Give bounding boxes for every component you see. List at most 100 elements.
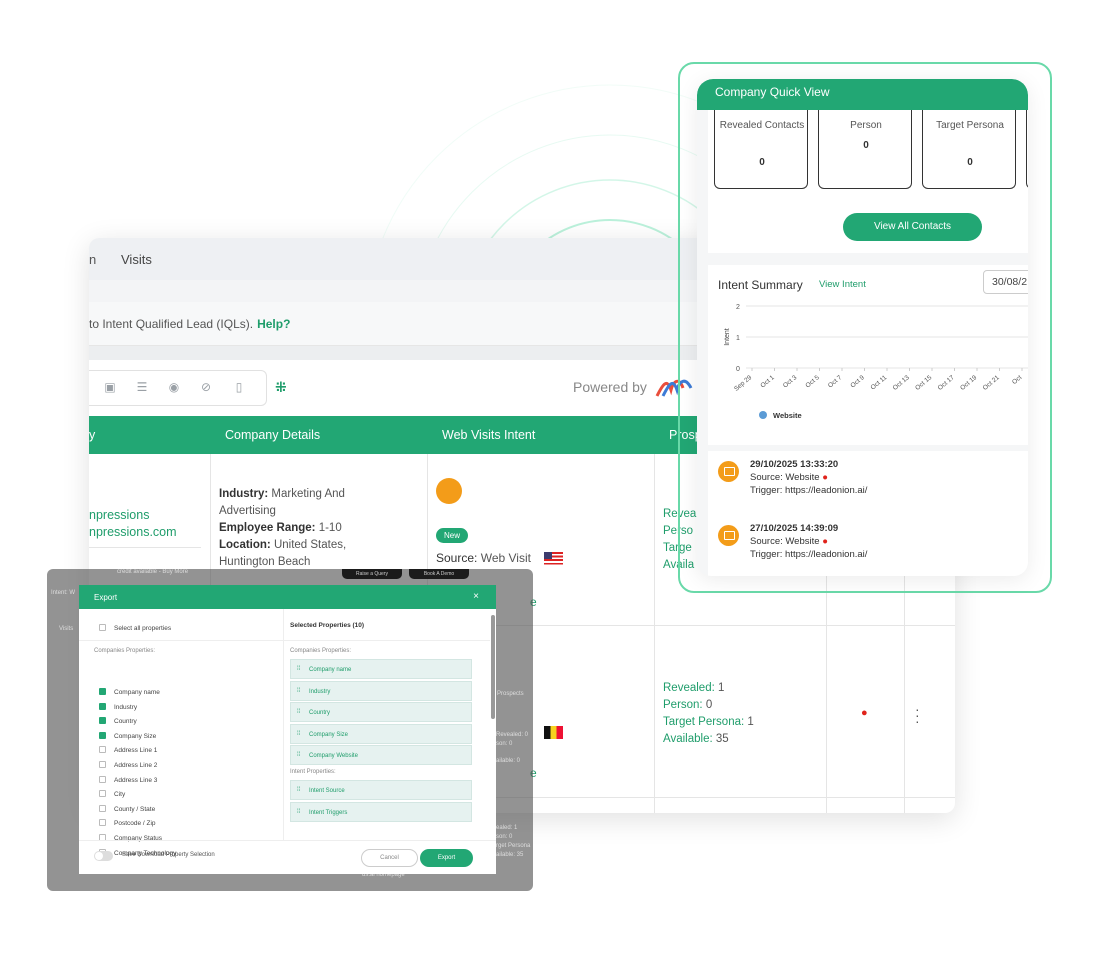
activity-timestamp: 29/10/2025 13:33:20 <box>750 459 839 470</box>
book-demo-button[interactable]: Book A Demo <box>409 569 469 579</box>
checked-checkbox-icon[interactable] <box>99 717 106 725</box>
view-all-contacts-button[interactable]: View All Contacts <box>843 213 982 241</box>
eye-off-icon[interactable]: ⊘ <box>199 380 213 394</box>
export-button[interactable]: Export <box>420 849 473 867</box>
bg-person: son: 0 <box>496 741 513 747</box>
legend-label[interactable]: Website <box>773 411 802 420</box>
available-value: 35 <box>715 733 729 745</box>
company-domain-link[interactable]: npressions.com <box>89 525 177 539</box>
contacts-summary-card: Revealed Contacts 0 Person 0 Target Pers… <box>708 110 1028 253</box>
y-tick-label: 0 <box>736 366 740 373</box>
cancel-button[interactable]: Cancel <box>361 849 418 867</box>
property-checkbox-row[interactable]: Company name <box>99 688 160 696</box>
trash-icon[interactable]: ▯ <box>232 380 246 394</box>
selected-property-item[interactable]: Company name <box>290 659 472 679</box>
property-checkbox-row[interactable]: Industry <box>99 702 137 711</box>
checked-checkbox-icon[interactable] <box>99 702 106 710</box>
company-quick-view-panel: Company Quick View Revealed Contacts 0 P… <box>697 79 1028 576</box>
checked-checkbox-icon[interactable] <box>99 688 106 695</box>
activity-item[interactable]: 29/10/2025 13:33:20 Source: Website ● Tr… <box>708 451 1028 517</box>
date-range-input[interactable]: 30/08/2 <box>983 270 1028 294</box>
activity-trigger-label: Trigger: <box>750 549 783 560</box>
eye-icon[interactable]: ◉ <box>167 380 181 394</box>
checkbox-icon[interactable] <box>99 804 106 812</box>
available-label: Available: <box>663 733 713 745</box>
property-checkbox-row[interactable]: County / State <box>99 804 156 813</box>
bg-target-2: rget Persona <box>496 843 531 849</box>
selected-property-item[interactable]: Country <box>290 702 472 722</box>
company-details-cell: Industry: Marketing And Advertising Empl… <box>219 486 359 571</box>
source-value: Web Visit <box>480 551 531 565</box>
activity-trigger: https://leadonion.ai/ <box>785 549 868 560</box>
stat-label: Revealed Contacts <box>719 120 805 131</box>
stat-value: 0 <box>863 140 869 151</box>
help-link[interactable]: Help? <box>257 317 290 331</box>
x-tick-label: Oct 11 <box>869 374 888 392</box>
belgium-flag-icon <box>544 726 563 739</box>
activity-item[interactable]: 27/10/2025 14:39:09 Source: Website ● Tr… <box>708 515 1028 576</box>
property-checkbox-row[interactable]: Address Line 2 <box>99 761 157 769</box>
activity-source: Website <box>785 536 820 547</box>
selected-property-item[interactable]: Company Website <box>290 745 472 765</box>
x-tick-label: Oct 7 <box>827 374 844 390</box>
property-checkbox-row[interactable]: Postcode / Zip <box>99 819 156 827</box>
nav-tab-visits[interactable]: Visits <box>121 252 152 267</box>
checkbox-icon[interactable] <box>99 746 106 754</box>
intent-properties-label: Intent Properties: <box>290 769 336 775</box>
linkedin-icon[interactable]: ▣ <box>103 380 117 394</box>
stat-value: 0 <box>759 157 765 168</box>
x-tick-label: Oct 9 <box>849 374 866 390</box>
selected-property-item[interactable]: Company Size <box>290 723 472 744</box>
close-icon[interactable]: × <box>473 591 479 602</box>
nav-tab-partial[interactable]: n <box>89 252 96 267</box>
property-checkbox-row[interactable]: Company Size <box>99 731 156 740</box>
employee-range-label: Employee Range: <box>219 522 316 534</box>
divider <box>79 640 284 641</box>
powered-by-label: Powered by <box>573 379 647 395</box>
checked-checkbox-icon[interactable] <box>99 731 106 739</box>
scrollbar-thumb[interactable] <box>491 615 495 719</box>
modal-scrollbar[interactable] <box>490 609 496 840</box>
property-checkbox-row[interactable]: Address Line 1 <box>99 746 157 754</box>
target-persona-value: 1 <box>747 716 754 728</box>
stat-label: Person <box>850 120 882 131</box>
stat-target-persona: Target Persona 0 <box>922 110 1016 189</box>
checklist-icon[interactable]: ☰ <box>135 380 149 394</box>
x-tick-label: Oct 5 <box>804 374 821 390</box>
intent-summary-title: Intent Summary <box>718 278 803 292</box>
raise-query-button[interactable]: Raise a Query <box>342 569 402 579</box>
bg-revealed: Revealed: 0 <box>496 732 529 738</box>
more-options-icon[interactable]: · · · <box>915 702 920 728</box>
property-checkbox-row[interactable]: Address Line 3 <box>99 775 157 784</box>
y-axis-label: Intent <box>724 328 731 346</box>
credits-text: credit available - Buy More <box>117 569 189 575</box>
us-flag-icon <box>544 552 563 565</box>
prospects-header-text: Prospects <box>497 691 524 697</box>
bg-available-2: ailable: 35 <box>496 852 524 858</box>
view-intent-link[interactable]: View Intent <box>819 279 866 290</box>
selected-property-item[interactable]: Industry <box>290 680 472 701</box>
checkbox-icon[interactable] <box>99 775 106 783</box>
screenshot-stage: n Visits to Intent Qualified Lead (IQLs)… <box>0 0 1100 960</box>
web-visit-icon <box>718 461 739 482</box>
bg-available: ailable: 0 <box>496 758 521 764</box>
selected-property-item[interactable]: Intent Source <box>290 780 472 800</box>
checkbox-icon[interactable] <box>99 624 106 631</box>
select-all-checkbox[interactable]: Select all properties <box>99 624 171 632</box>
checkbox-icon[interactable] <box>99 790 106 798</box>
industry-label: Industry: <box>219 488 269 500</box>
property-label: County / State <box>114 805 156 813</box>
company-name-link[interactable]: npressions <box>89 508 149 522</box>
activity-source-label: Source: <box>750 536 783 547</box>
checkbox-icon[interactable] <box>99 819 106 827</box>
slack-icon[interactable]: ⁜ <box>275 379 287 396</box>
checkbox-icon[interactable] <box>99 761 106 768</box>
property-checkbox-row[interactable]: Country <box>99 717 137 725</box>
save-selection-toggle[interactable] <box>94 851 113 861</box>
employee-range-value: 1-10 <box>318 522 342 534</box>
revealed-label: Revealed: <box>663 682 715 694</box>
location-label: Location: <box>219 539 271 551</box>
selected-property-item[interactable]: Intent Triggers <box>290 801 472 822</box>
intent-filter-text: Intent: W <box>51 590 76 596</box>
property-checkbox-row[interactable]: City <box>99 790 125 798</box>
